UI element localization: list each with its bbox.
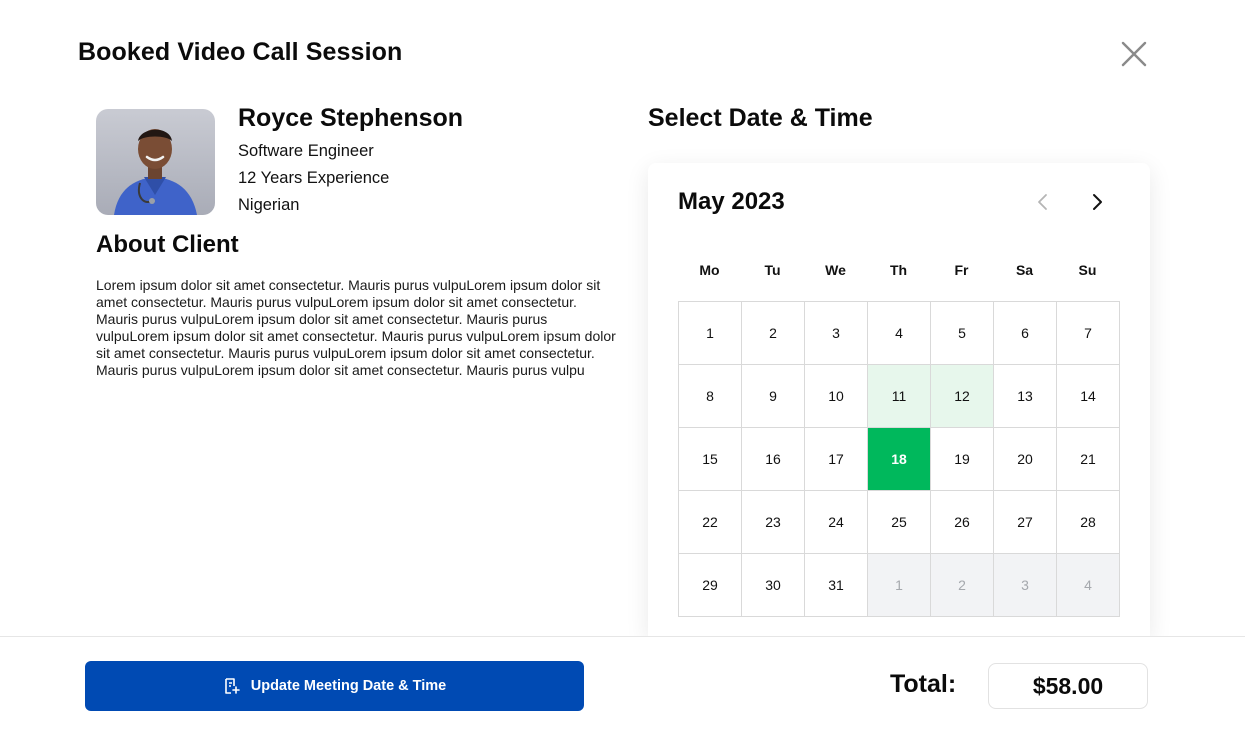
- calendar-day[interactable]: 30: [742, 554, 805, 617]
- calendar-day[interactable]: 21: [1057, 428, 1120, 491]
- calendar-day[interactable]: 19: [931, 428, 994, 491]
- next-month-button[interactable]: [1086, 191, 1108, 213]
- calendar-day[interactable]: 31: [805, 554, 868, 617]
- weekday-label: Fr: [954, 262, 969, 278]
- calendar-day[interactable]: 14: [1057, 365, 1120, 428]
- calendar-day[interactable]: 15: [679, 428, 742, 491]
- update-meeting-label: Update Meeting Date & Time: [250, 678, 447, 694]
- calendar-day[interactable]: 1: [679, 302, 742, 365]
- calendar-day[interactable]: 5: [931, 302, 994, 365]
- weekday-label: Tu: [764, 262, 781, 278]
- close-button[interactable]: [1118, 38, 1150, 70]
- calendar-day[interactable]: 17: [805, 428, 868, 491]
- calendar-day[interactable]: 24: [805, 491, 868, 554]
- weekday-label: We: [825, 262, 846, 278]
- calendar-day-outside: 3: [994, 554, 1057, 617]
- total-label: Total:: [890, 670, 957, 698]
- calendar-day[interactable]: 8: [679, 365, 742, 428]
- chevron-right-icon: [1093, 194, 1102, 210]
- calendar-day[interactable]: 10: [805, 365, 868, 428]
- weekday-label: Su: [1078, 262, 1097, 278]
- calendar-day[interactable]: 7: [1057, 302, 1120, 365]
- calendar-day[interactable]: 27: [994, 491, 1057, 554]
- calendar-day[interactable]: 23: [742, 491, 805, 554]
- calendar-day-grid: 1 2 3 4 5 6 7 8 9 10 11 12 13 14 15 16 17 18 19 20 21 22 23 24 2…: [678, 301, 1120, 617]
- calendar-day[interactable]: 9: [742, 365, 805, 428]
- total-value: $58.00: [988, 663, 1148, 709]
- select-date-heading: Select Date & Time: [648, 104, 873, 132]
- calendar-month-label: May 2023: [678, 188, 785, 215]
- calendar-day[interactable]: 2: [742, 302, 805, 365]
- calendar: May 2023 Mo Tu We Th Fr Sa Su 1 2 3 4 5 6 7 8 9 10 11 12 1…: [648, 163, 1150, 637]
- modal-title: Booked Video Call Session: [78, 38, 403, 66]
- calendar-edit-icon: [224, 678, 240, 694]
- calendar-day[interactable]: 13: [994, 365, 1057, 428]
- calendar-day-selected[interactable]: 18: [868, 428, 931, 491]
- client-name: Royce Stephenson: [238, 104, 464, 132]
- about-client-text: Lorem ipsum dolor sit amet consectetur. …: [96, 277, 616, 378]
- client-experience: 12 Years Experience: [238, 169, 390, 187]
- about-client-heading: About Client: [96, 231, 239, 258]
- chevron-left-icon: [1038, 194, 1047, 210]
- prev-month-button[interactable]: [1032, 191, 1054, 213]
- calendar-day[interactable]: 16: [742, 428, 805, 491]
- client-role: Software Engineer: [238, 142, 374, 160]
- client-nationality: Nigerian: [238, 196, 300, 214]
- calendar-day[interactable]: 11: [868, 365, 931, 428]
- person-photo-icon: [96, 109, 215, 215]
- calendar-day[interactable]: 12: [931, 365, 994, 428]
- modal-footer: Update Meeting Date & Time Total: $58.00: [0, 636, 1245, 735]
- weekday-label: Th: [889, 262, 908, 278]
- calendar-day[interactable]: 22: [679, 491, 742, 554]
- calendar-day-outside: 4: [1057, 554, 1120, 617]
- weekday-label: Sa: [1015, 262, 1034, 278]
- calendar-day[interactable]: 20: [994, 428, 1057, 491]
- weekday-label: Mo: [699, 262, 720, 278]
- calendar-day[interactable]: 4: [868, 302, 931, 365]
- calendar-day[interactable]: 25: [868, 491, 931, 554]
- calendar-day-outside: 1: [868, 554, 931, 617]
- update-meeting-button[interactable]: Update Meeting Date & Time: [85, 661, 584, 711]
- calendar-day[interactable]: 3: [805, 302, 868, 365]
- calendar-weekday-header: Mo Tu We Th Fr Sa Su: [678, 262, 1119, 278]
- calendar-day[interactable]: 28: [1057, 491, 1120, 554]
- client-avatar: [96, 109, 215, 215]
- calendar-day[interactable]: 6: [994, 302, 1057, 365]
- calendar-day[interactable]: 26: [931, 491, 994, 554]
- close-icon: [1121, 41, 1147, 67]
- calendar-day-outside: 2: [931, 554, 994, 617]
- calendar-day[interactable]: 29: [679, 554, 742, 617]
